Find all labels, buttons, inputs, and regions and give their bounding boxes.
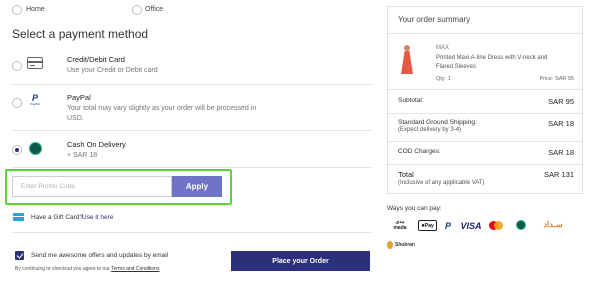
divider [388,164,582,165]
cod-charges-value: SAR 18 [548,148,574,157]
promo-code-input[interactable] [12,176,172,197]
shipping-note: (Expect delivery by 3-4) [398,127,462,133]
cod-subtitle: + SAR 18 [67,152,98,159]
cod-title: Cash On Delivery [67,140,126,149]
newsletter-label: Send me awesome offers and updates by em… [31,252,169,259]
apple-pay-logo: ● Pay [418,220,437,231]
paypal-icon: P PayPal [30,93,40,107]
office-radio[interactable] [132,5,142,15]
product-name-line2: Flared Sleeves [436,64,477,70]
product-price: Price: SAR 95 [539,76,574,82]
apple-pay-text: Pay [424,222,434,229]
cod-radio[interactable] [12,145,22,155]
office-label: Office [145,6,164,13]
divider [388,141,582,142]
divider [388,113,582,114]
gift-card-link[interactable]: Use it here [82,214,113,221]
cash-on-delivery-logo [509,219,533,230]
home-label: Home [26,6,45,13]
card-title: Credit/Debit Card [67,55,125,64]
sadad-text: ﺳـﺪﺍﺩ [543,220,563,229]
place-order-button[interactable]: Place your Order [231,251,370,271]
card-subtitle: Use your Credit or Debit card [67,67,158,74]
mada-text: mada [393,225,407,231]
terms-text: By continuing to checkout you agree to o… [15,266,159,272]
divider [12,232,372,233]
cod-charges-label: COD Charges: [398,148,441,155]
mada-logo: مدى mada [387,219,413,232]
total-note: (Inclusive of any applicable VAT) [398,180,485,186]
gift-card-text: Have a Gift Card? [31,214,84,221]
summary-title: Your order summary [398,15,471,24]
visa-logo: VISA [459,220,483,231]
subtotal-value: SAR 95 [548,97,574,106]
shukran-text: Shukran [394,241,415,248]
paypal-subtitle-line2: USD. [67,115,84,122]
product-name-line1: Printed Maxi A-line Dress with V-neck an… [436,55,548,61]
paypal-mark-text: P [444,220,451,231]
shukran-logo: Shukran [387,239,415,250]
cod-charges-row: COD Charges: SAR 18 [398,148,574,157]
ways-to-pay-title: Ways you can pay: [387,205,442,212]
product-qty: Qty: 1 [436,76,451,82]
mastercard-logo [487,220,505,231]
divider [12,167,372,168]
terms-prefix: By continuing to checkout you agree to o… [15,266,110,272]
product-brand: MAX [436,45,450,51]
cash-on-delivery-icon [29,142,42,155]
divider [12,130,372,131]
credit-card-icon [27,57,43,69]
paypal-logo: P [442,220,454,231]
visa-text: VISA [460,220,482,231]
total-value: SAR 131 [543,170,574,179]
apply-button[interactable]: Apply [172,176,222,197]
paypal-subtitle-line1: Your total may vary slightly as your ord… [67,105,257,112]
home-radio[interactable] [12,5,22,15]
paypal-radio[interactable] [12,98,22,108]
paypal-title: PayPal [67,93,91,102]
subtotal-label: Subtotal: [398,97,424,104]
divider [388,89,582,90]
gift-card-icon [13,213,24,221]
total-label: Total [398,170,414,179]
card-radio[interactable] [12,61,22,71]
section-title: Select a payment method [12,27,149,41]
divider [388,33,582,34]
subtotal-row: Subtotal: SAR 95 [398,97,574,106]
total-row: Total SAR 131 [398,170,574,179]
terms-link[interactable]: Terms and Conditions [111,266,159,272]
order-summary-panel: Your order summary MAX Printed Maxi A-li… [387,6,583,194]
divider [12,84,372,85]
newsletter-checkbox[interactable] [15,251,24,260]
sadad-logo: ﺳـﺪﺍﺩ [537,219,569,230]
product-image [398,45,416,75]
shipping-value: SAR 18 [548,119,574,128]
